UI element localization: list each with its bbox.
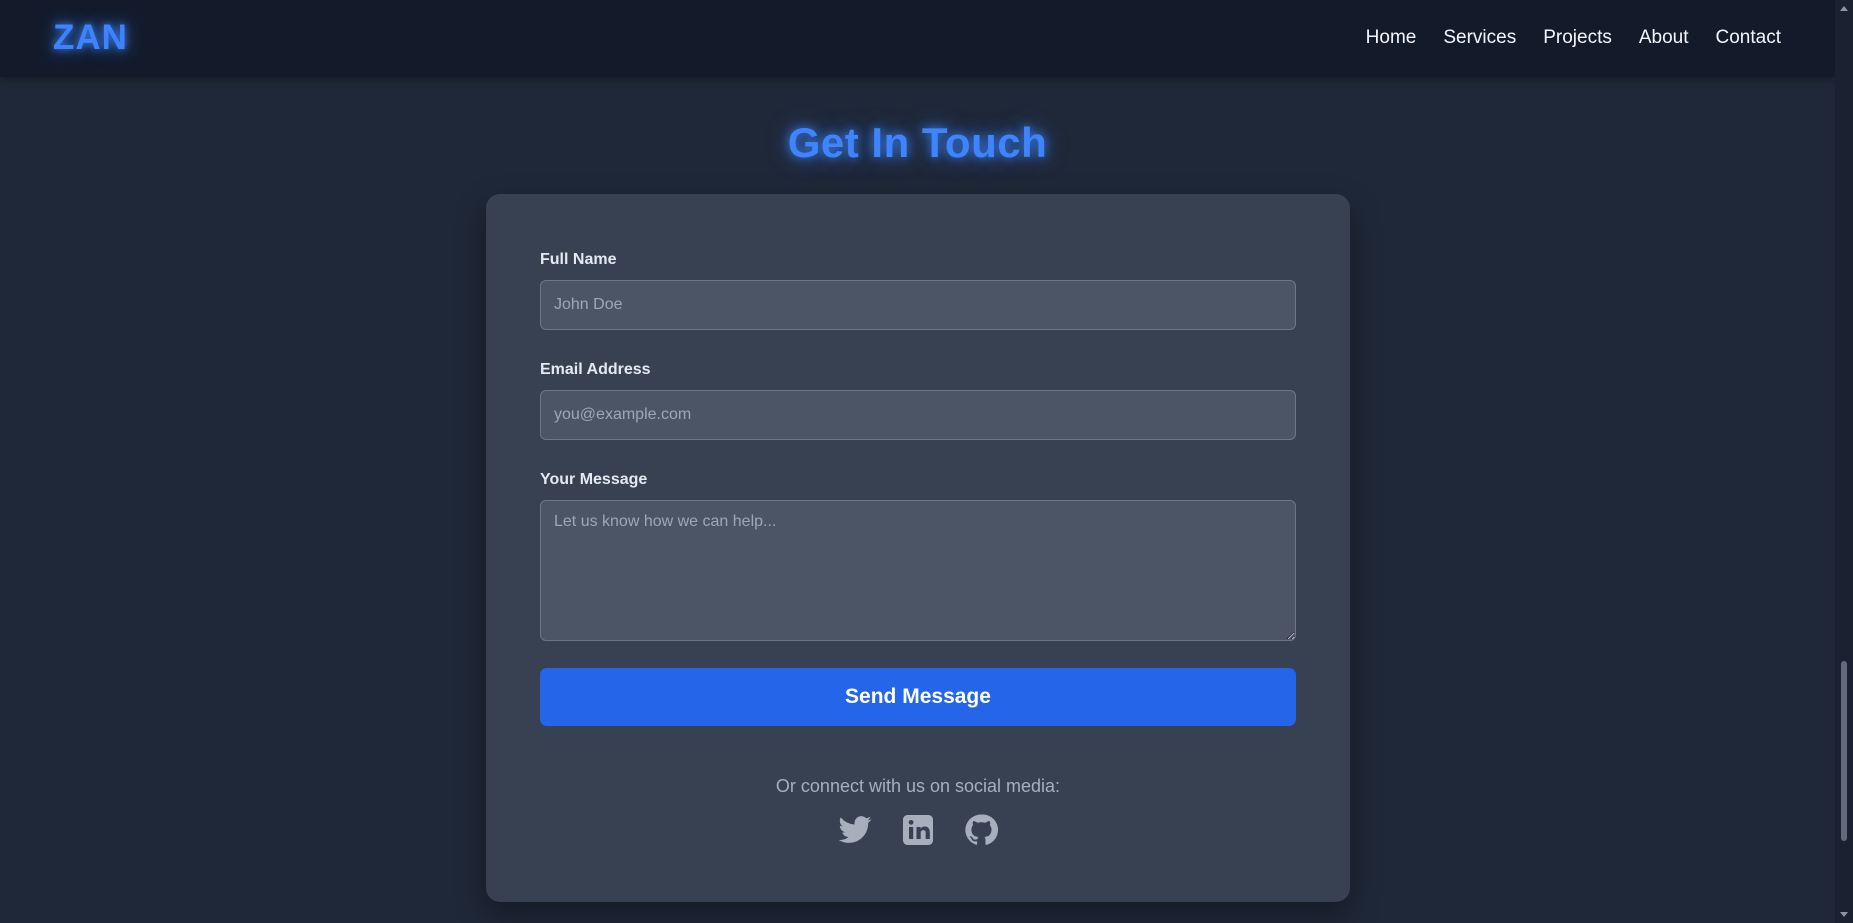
- contact-form-card: Full Name Email Address Your Message Sen…: [486, 194, 1350, 902]
- full-name-label: Full Name: [540, 251, 617, 268]
- social-links: [486, 812, 1350, 848]
- github-icon[interactable]: [963, 812, 999, 848]
- nav-contact[interactable]: Contact: [1716, 25, 1781, 51]
- scroll-down-icon[interactable]: [1840, 912, 1848, 917]
- nav-home[interactable]: Home: [1366, 25, 1417, 51]
- nav-about[interactable]: About: [1639, 25, 1689, 51]
- full-name-input[interactable]: [540, 280, 1296, 330]
- main-navigation: Home Services Projects About Contact: [1366, 25, 1781, 51]
- page-title: Get In Touch: [787, 119, 1048, 167]
- message-textarea[interactable]: [540, 500, 1296, 641]
- email-input[interactable]: [540, 390, 1296, 440]
- nav-services[interactable]: Services: [1443, 25, 1516, 51]
- contact-page: ZAN Home Services Projects About Contact…: [0, 0, 1853, 923]
- social-prompt: Or connect with us on social media:: [775, 776, 1061, 796]
- nav-projects[interactable]: Projects: [1543, 25, 1612, 51]
- email-label: Email Address: [540, 361, 651, 378]
- send-message-button[interactable]: Send Message: [540, 668, 1296, 726]
- page-scrollbar[interactable]: [1835, 0, 1853, 923]
- twitter-icon[interactable]: [837, 812, 873, 848]
- message-label: Your Message: [540, 471, 648, 488]
- scrollbar-thumb[interactable]: [1841, 661, 1847, 841]
- scroll-up-icon[interactable]: [1840, 6, 1848, 11]
- site-logo[interactable]: ZAN: [53, 18, 128, 58]
- site-header: ZAN Home Services Projects About Contact: [0, 0, 1835, 77]
- linkedin-icon[interactable]: [900, 812, 936, 848]
